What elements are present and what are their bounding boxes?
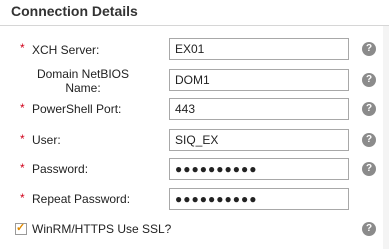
domain-netbios-label-line2: Name: [65,81,101,95]
required-marker: * [20,132,25,146]
ssl-checkbox[interactable]: ✓ [15,222,27,235]
scrollbar[interactable] [383,26,389,249]
required-marker: * [20,191,25,205]
required-marker: * [20,161,25,175]
domain-netbios-label: Domain NetBIOS Name: [24,67,142,95]
powershell-port-input[interactable] [169,98,349,120]
repeat-password-label: Repeat Password: [32,192,131,206]
domain-netbios-label-line1: Domain NetBIOS [36,67,130,81]
help-icon[interactable]: ? [362,133,376,147]
help-icon[interactable]: ? [362,42,376,56]
password-input[interactable] [169,158,349,180]
domain-netbios-input[interactable] [169,69,349,91]
xch-server-input[interactable] [169,38,349,60]
help-icon[interactable]: ? [362,102,376,116]
section-title: Connection Details [11,3,138,19]
help-icon[interactable]: ? [362,162,376,176]
user-input[interactable] [169,129,349,151]
password-label: Password: [32,162,89,176]
powershell-port-label: PowerShell Port: [32,102,122,116]
checkmark-icon: ✓ [16,222,26,234]
xch-server-label: XCH Server: [32,43,100,57]
required-marker: * [20,101,25,115]
help-icon[interactable]: ? [362,73,376,87]
section-divider [0,25,389,26]
ssl-checkbox-label: WinRM/HTTPS Use SSL? [32,222,172,236]
repeat-password-input[interactable] [169,188,349,210]
user-label: User: [32,133,61,147]
help-icon[interactable]: ? [362,222,376,236]
required-marker: * [20,41,25,55]
